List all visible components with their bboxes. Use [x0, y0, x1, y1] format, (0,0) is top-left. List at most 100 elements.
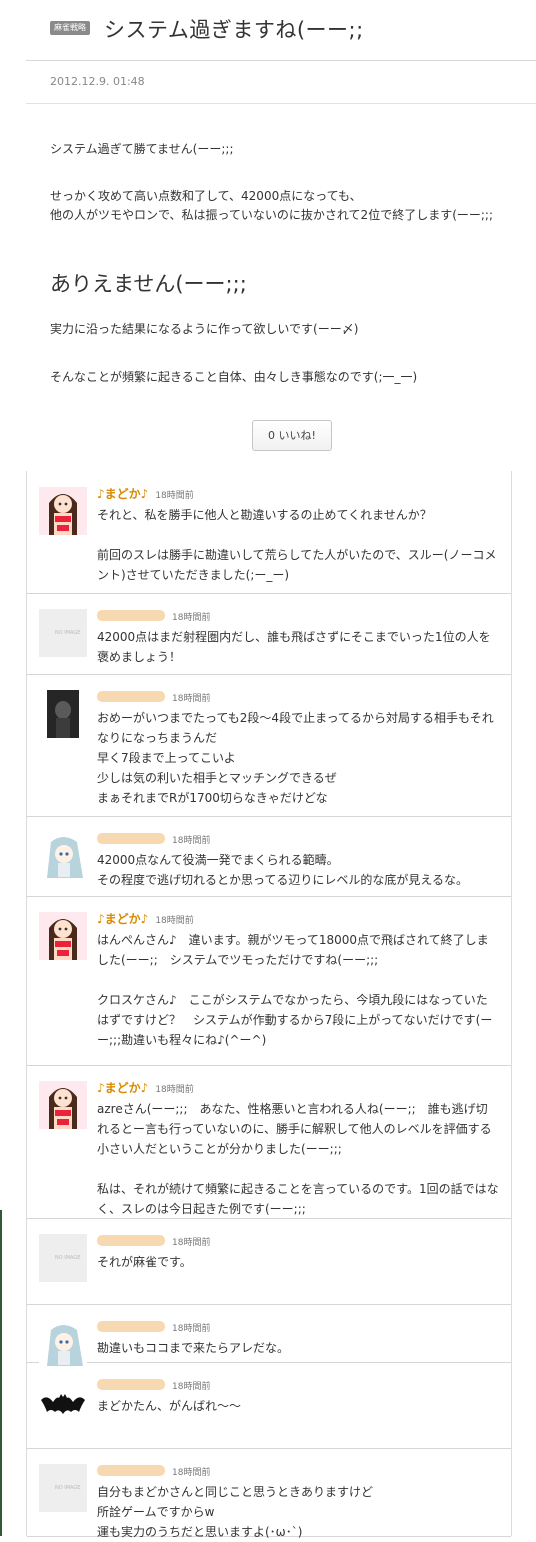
- comment-header: 18時間前: [97, 828, 211, 846]
- comment-line: 勘違いもココまで来たらアレだな。: [97, 1341, 290, 1355]
- silver-hair-avatar[interactable]: [39, 832, 87, 880]
- comment-time: 18時間前: [155, 916, 194, 926]
- comment-body: それと、私を勝手に他人と勘違いするの止めてくれませんか？ 前回のスレは勝手に勘違い…: [97, 505, 499, 585]
- comment-body: はんぺんさん♪ 違います。親がツモって18000点で飛ばされて終了しました(ーー…: [97, 930, 499, 1050]
- comment-list: ♪まどか♪ 18時間前 それと、私を勝手に他人と勘違いするの止めてくれませんか？ 前回…: [26, 471, 512, 1539]
- silver-hair-avatar-image: [39, 832, 87, 880]
- bat-avatar-image: [39, 1378, 87, 1426]
- comment-time: 18時間前: [155, 491, 194, 501]
- comment-item: 18時間前 42000点なんて役満一発でまくられる範疇。その程度で逃げ切れるとか思…: [27, 816, 511, 897]
- comment-time: 18時間前: [172, 1324, 211, 1334]
- comment-item: ♪まどか♪ 18時間前はんぺんさん♪ 違います。親がツモって18000点で飛ばされ…: [27, 896, 511, 1066]
- comment-item: ♪まどか♪ 18時間前それと、私を勝手に他人と勘違いするの止めてくれませんか？ 前回…: [27, 471, 511, 594]
- anime-girl-avatar[interactable]: [39, 912, 87, 960]
- comment-item: ♪まどか♪ 18時間前 azreさん(ーー;;; あなた、性格悪いと言われる人ね(ー…: [27, 1065, 511, 1219]
- comment-header: ♪まどか♪ 18時間前: [97, 908, 194, 926]
- post-paragraph: そんなことが頻繁に起きること自体、由々しき事態なのです(;一_一): [50, 370, 418, 384]
- comment-time: 18時間前: [172, 836, 211, 846]
- comment-body: 勘違いもココまで来たらアレだな。: [97, 1338, 499, 1358]
- anime-girl-avatar-image: [39, 1081, 87, 1129]
- comment-author-redacted[interactable]: [97, 691, 165, 702]
- category-badge[interactable]: 麻雀戦略: [50, 21, 90, 35]
- dark-photo-avatar-image: [39, 690, 87, 738]
- comment-line: 私は、それが続けて頻繁に起きることを言っているのです。1回の話ではなく、スレのは…: [97, 1182, 499, 1216]
- comment-header: 18時間前: [97, 686, 211, 704]
- dark-photo-avatar[interactable]: [39, 690, 87, 738]
- post-header: 麻雀戦略 システム過ぎますね(ーー;;: [26, 0, 536, 61]
- comment-author-redacted[interactable]: [97, 833, 165, 844]
- comment-author-redacted[interactable]: [97, 1321, 165, 1332]
- post-emphasis: ありえません(ーー;;;: [50, 272, 247, 296]
- comment-line: 42000点はまだ射程圏内だし、誰も飛ばさずにそこまでいった1位の人を褒めましょ…: [97, 630, 491, 664]
- anime-girl-avatar-image: [39, 912, 87, 960]
- comment-body: おめーがいつまでたっても2段〜4段で止まってるから対局する相手もそれなりになっち…: [97, 708, 499, 808]
- comment-author[interactable]: ♪まどか♪: [97, 487, 148, 501]
- comment-line: 所詮ゲームですからw: [97, 1505, 215, 1519]
- comment-time: 18時間前: [172, 1468, 211, 1478]
- no-image-avatar[interactable]: NO IMAGE: [39, 609, 87, 657]
- comment-item: NO IMAGE 18時間前それが麻雀です。: [27, 1218, 511, 1305]
- comment-author-redacted[interactable]: [97, 1379, 165, 1390]
- comment-body: 42000点はまだ射程圏内だし、誰も飛ばさずにそこまでいった1位の人を褒めましょ…: [97, 627, 499, 667]
- bat-avatar[interactable]: [39, 1378, 87, 1426]
- comment-line: 前回のスレは勝手に勘違いして荒らしてた人がいたので、スルー(ノーコメント)させて…: [97, 548, 497, 582]
- comment-author[interactable]: ♪まどか♪: [97, 912, 148, 926]
- comment-time: 18時間前: [172, 694, 211, 704]
- comment-body: まどかたん、がんばれ〜〜: [97, 1396, 499, 1416]
- sidebar-edge: [0, 1210, 2, 1536]
- comment-line: まぁそれまでRが1700切らなきゃだけどな: [97, 791, 328, 805]
- no-image-label: NO IMAGE: [55, 1255, 81, 1261]
- comment-line: まどかたん、がんばれ〜〜: [97, 1399, 242, 1413]
- comment-item: 18時間前勘違いもココまで来たらアレだな。: [27, 1304, 511, 1368]
- comment-body: それが麻雀です。: [97, 1252, 499, 1272]
- comment-header: 18時間前: [97, 1230, 211, 1248]
- anime-girl-avatar[interactable]: [39, 1081, 87, 1129]
- comment-item: NO IMAGE 18時間前 42000点はまだ射程圏内だし、誰も飛ばさずにそこまで…: [27, 593, 511, 675]
- post-paragraph: システム過ぎて勝てません(ーー;;;: [50, 142, 234, 156]
- anime-girl-avatar[interactable]: [39, 487, 87, 535]
- comment-header: 18時間前: [97, 1374, 211, 1392]
- post-paragraph: せっかく攻めて高い点数和了して、42000点になっても、: [50, 189, 362, 203]
- comment-time: 18時間前: [172, 613, 211, 623]
- no-image-avatar[interactable]: NO IMAGE: [39, 1234, 87, 1282]
- post-paragraph: 実力に沿った結果になるように作って欲しいです(ーー〆): [50, 322, 359, 336]
- silver-hair-avatar[interactable]: [39, 1320, 87, 1368]
- comment-line: それと、私を勝手に他人と勘違いするの止めてくれませんか？: [97, 508, 432, 522]
- post-paragraph: 他の人がツモやロンで、私は振っていないのに抜かされて2位で終了します(ーー;;;: [50, 208, 494, 222]
- comment-header: ♪まどか♪ 18時間前: [97, 483, 194, 501]
- comment-body: 42000点なんて役満一発でまくられる範疇。その程度で逃げ切れるとか思ってる辺り…: [97, 850, 499, 890]
- comment-line: その程度で逃げ切れるとか思ってる辺りにレベル的な底が見えるな。: [97, 873, 469, 887]
- comment-body: 自分もまどかさんと同じこと思うときありますけど 所詮ゲームですからw 運も実力のうち…: [97, 1482, 499, 1542]
- comment-time: 18時間前: [155, 1085, 194, 1095]
- comment-author[interactable]: ♪まどか♪: [97, 1081, 148, 1095]
- post-date: 2012.12.9. 01:48: [50, 75, 145, 88]
- comment-time: 18時間前: [172, 1238, 211, 1248]
- like-button[interactable]: 0 いいね!: [252, 420, 332, 451]
- comment-author-redacted[interactable]: [97, 1465, 165, 1476]
- comment-header: 18時間前: [97, 1460, 211, 1478]
- comment-time: 18時間前: [172, 1382, 211, 1392]
- comment-body: azreさん(ーー;;; あなた、性格悪いと言われる人ね(ーー;; 誰も逃げ切れ…: [97, 1099, 499, 1219]
- comment-header: 18時間前: [97, 1316, 211, 1334]
- no-image-avatar[interactable]: NO IMAGE: [39, 1464, 87, 1512]
- silver-hair-avatar-image: [39, 1320, 87, 1368]
- divider: [26, 103, 536, 104]
- comment-item: NO IMAGE 18時間前自分もまどかさんと同じこと思うときありますけど 所詮ゲー…: [27, 1448, 511, 1539]
- comment-line: 自分もまどかさんと同じこと思うときありますけど: [97, 1485, 374, 1499]
- comment-item: 18時間前まどかたん、がんばれ〜〜: [27, 1362, 511, 1449]
- comment-line: はんぺんさん♪ 違います。親がツモって18000点で飛ばされて終了しました(ーー…: [97, 933, 489, 967]
- anime-girl-avatar-image: [39, 487, 87, 535]
- post-title[interactable]: システム過ぎますね(ーー;;: [104, 14, 364, 44]
- comment-author-redacted[interactable]: [97, 1235, 165, 1246]
- comment-line: 42000点なんて役満一発でまくられる範疇。: [97, 853, 339, 867]
- comment-author-redacted[interactable]: [97, 610, 165, 621]
- comment-header: ♪まどか♪ 18時間前: [97, 1077, 194, 1095]
- comment-line: それが麻雀です。: [97, 1255, 192, 1269]
- comment-line: 運も実力のうちだと思いますよ(･ω･`): [97, 1525, 303, 1539]
- comment-header: 18時間前: [97, 605, 211, 623]
- comment-item: 18時間前おめーがいつまでたっても2段〜4段で止まってるから対局する相手もそれな…: [27, 674, 511, 817]
- comment-line: 早く7段まで上ってこいよ: [97, 751, 236, 765]
